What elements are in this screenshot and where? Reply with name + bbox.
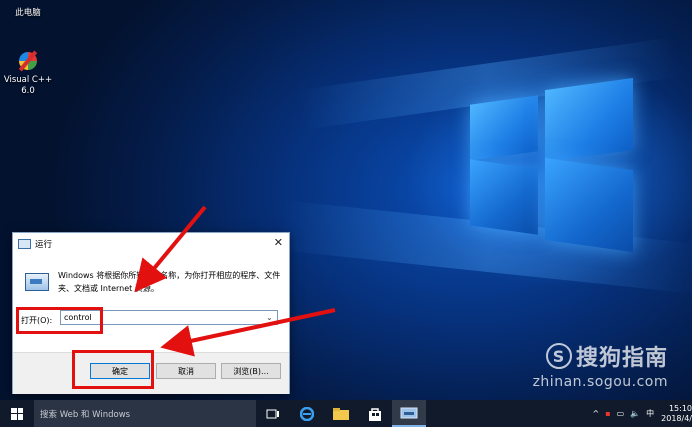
browse-button[interactable]: 浏览(B)... [221,363,281,379]
edge-browser-icon[interactable] [290,400,324,427]
ime-indicator[interactable]: 中 [646,408,654,419]
desktop-icon-visual-cpp[interactable]: Visual C++ 6.0 [3,50,53,97]
task-view-icon[interactable] [256,400,290,427]
run-dialog-titlebar[interactable]: 运行 [13,233,289,255]
run-program-icon [25,273,49,291]
highlight-ok-button [72,350,154,389]
run-dialog: 运行 ✕ Windows 将根据你所输入的名称，为你打开相应的程序、文件夹、文档… [12,232,290,394]
taskbar-search[interactable]: 搜索 Web 和 Windows [34,400,256,427]
windows-logo-icon [11,407,23,420]
run-dialog-body: Windows 将根据你所输入的名称，为你打开相应的程序、文件夹、文档或 Int… [13,255,289,352]
chevron-down-icon[interactable]: ⌄ [266,313,273,322]
clock-date: 2018/4/ [661,413,692,423]
sogou-watermark: S 搜狗指南 zhinan.sogou.com [533,340,668,390]
tray-chevron-icon[interactable]: ^ [593,409,600,418]
sogou-logo-icon: S [545,343,572,369]
desktop-icon-this-pc[interactable]: 此电脑 [3,0,53,19]
desktop-icon-label: Visual C++ [3,75,53,85]
highlight-open-label [16,307,103,334]
windows-logo-pane [470,95,538,161]
search-placeholder: 搜索 Web 和 Windows [40,409,131,420]
store-icon[interactable] [358,400,392,427]
watermark-brand: 搜狗指南 [575,346,668,371]
run-description: Windows 将根据你所输入的名称，为你打开相应的程序、文件夹、文档或 Int… [58,271,281,293]
computer-icon [15,0,41,6]
run-dialog-title: 运行 [35,240,53,250]
run-title-icon [18,239,31,249]
desktop-icon-label: 此电脑 [15,8,41,18]
system-tray: ^ ▪ ▭ 🔈 中 15:10 2018/4/ [590,400,692,427]
cancel-button[interactable]: 取消 [156,363,216,379]
network-icon[interactable]: ▪ [605,409,610,418]
taskbar: 搜索 Web 和 Windows ^ ▪ ▭ 🔈 中 15:10 2018/4/ [0,400,692,427]
close-icon[interactable]: ✕ [274,237,283,249]
taskbar-clock[interactable]: 15:10 2018/4/ [661,404,692,424]
run-taskbar-icon[interactable] [392,400,426,427]
clock-time: 15:10 [668,403,692,413]
windows-logo-pane [545,157,633,253]
windows-logo-pane [470,159,538,235]
start-button[interactable] [0,400,34,427]
visual-cpp-icon [17,50,39,72]
file-explorer-icon[interactable] [324,400,358,427]
desktop-icon-label-version: 6.0 [21,86,35,96]
windows-logo-pane [545,77,633,163]
watermark-url: zhinan.sogou.com [532,374,668,390]
action-center-icon[interactable]: ▭ [617,409,625,418]
volume-icon[interactable]: 🔈 [630,409,640,418]
